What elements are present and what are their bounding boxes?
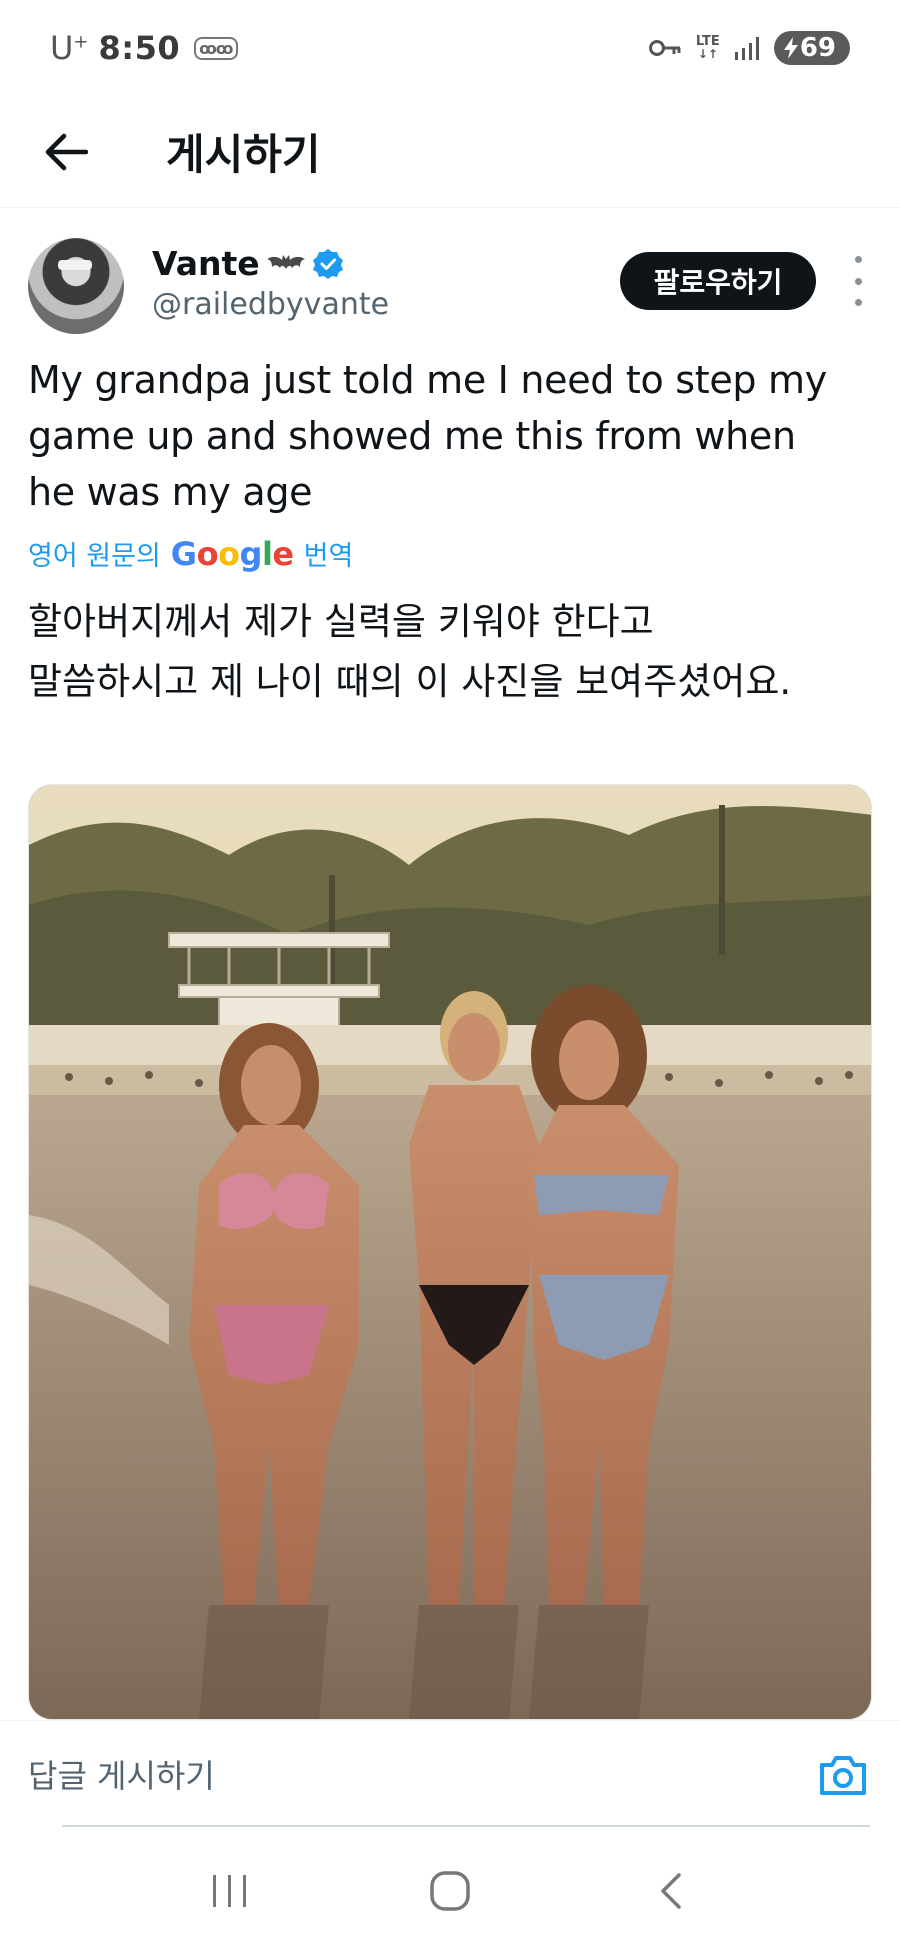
camera-glyph bbox=[820, 1756, 866, 1795]
more-options-icon[interactable] bbox=[846, 256, 870, 306]
back-button[interactable] bbox=[6, 96, 126, 208]
carrier-label: U+ bbox=[50, 29, 89, 67]
tweet-text: My grandpa just told me I need to step m… bbox=[28, 352, 878, 520]
recent-apps-icon[interactable] bbox=[190, 1851, 270, 1931]
dot bbox=[854, 299, 862, 306]
translate-suffix: 번역 bbox=[303, 541, 354, 572]
home-icon[interactable] bbox=[410, 1851, 490, 1931]
lte-icon: LTE ↓↑ bbox=[695, 34, 720, 61]
handle: @railedbyvante bbox=[152, 287, 390, 322]
tweet-text-line: he was my age bbox=[28, 470, 313, 514]
reply-input[interactable]: 답글 게시하기 bbox=[28, 1721, 828, 1827]
tweet-text-line: game up and showed me this from when bbox=[28, 414, 796, 458]
status-right: LTE ↓↑ 69 bbox=[648, 31, 850, 65]
tweet-text-line: My grandpa just told me I need to step m… bbox=[28, 358, 827, 402]
bolt-icon bbox=[783, 37, 798, 59]
notification-icon: ꝏꝏ bbox=[194, 36, 238, 60]
translated-line: 말씀하시고 제 나이 때의 이 사진을 보여주셨어요. bbox=[28, 660, 792, 703]
app-root: U+ 8:50 ꝏꝏ LTE ↓↑ 69 게시하기 Vante @railedb… bbox=[0, 0, 900, 1950]
back-icon[interactable] bbox=[630, 1851, 710, 1931]
beach-photo-illustration bbox=[29, 785, 871, 1719]
follow-button[interactable]: 팔로우하기 bbox=[620, 252, 816, 310]
translate-link[interactable]: 영어 원문의 Google 번역 bbox=[28, 534, 353, 573]
verified-badge-icon bbox=[312, 248, 343, 279]
page-title: 게시하기 bbox=[166, 130, 321, 179]
camera-icon[interactable] bbox=[818, 1753, 868, 1797]
dot bbox=[854, 256, 862, 263]
battery-level: 69 bbox=[799, 33, 836, 63]
dot bbox=[854, 277, 862, 285]
display-name-text: Vante bbox=[152, 244, 260, 283]
avatar[interactable] bbox=[28, 238, 124, 334]
bat-emoji-icon bbox=[266, 254, 305, 269]
translate-prefix: 영어 원문의 bbox=[28, 541, 161, 572]
google-logo: Google bbox=[170, 534, 294, 573]
system-nav-bar bbox=[0, 1832, 900, 1950]
signal-icon bbox=[734, 37, 759, 60]
author-row: Vante @railedbyvante 팔로우하기 bbox=[28, 238, 878, 338]
tweet-photo[interactable] bbox=[28, 784, 872, 1720]
status-left: U+ 8:50 ꝏꝏ bbox=[50, 29, 238, 67]
reply-divider bbox=[62, 1825, 870, 1827]
display-name: Vante bbox=[152, 244, 389, 283]
translated-text: 할아버지께서 제가 실력을 키워야 한다고 말씀하시고 제 나이 때의 이 사진… bbox=[28, 592, 878, 712]
back-arrow-icon bbox=[45, 133, 88, 170]
battery-charging-icon: 69 bbox=[773, 31, 850, 65]
key-icon bbox=[648, 40, 681, 56]
top-header: 게시하기 bbox=[0, 96, 900, 208]
reply-bar: 답글 게시하기 bbox=[0, 1720, 900, 1832]
author-name-block[interactable]: Vante @railedbyvante bbox=[152, 244, 389, 322]
clock: 8:50 bbox=[98, 29, 181, 67]
status-bar: U+ 8:50 ꝏꝏ LTE ↓↑ 69 bbox=[0, 0, 900, 96]
translated-line: 할아버지께서 제가 실력을 키워야 한다고 bbox=[28, 600, 654, 643]
